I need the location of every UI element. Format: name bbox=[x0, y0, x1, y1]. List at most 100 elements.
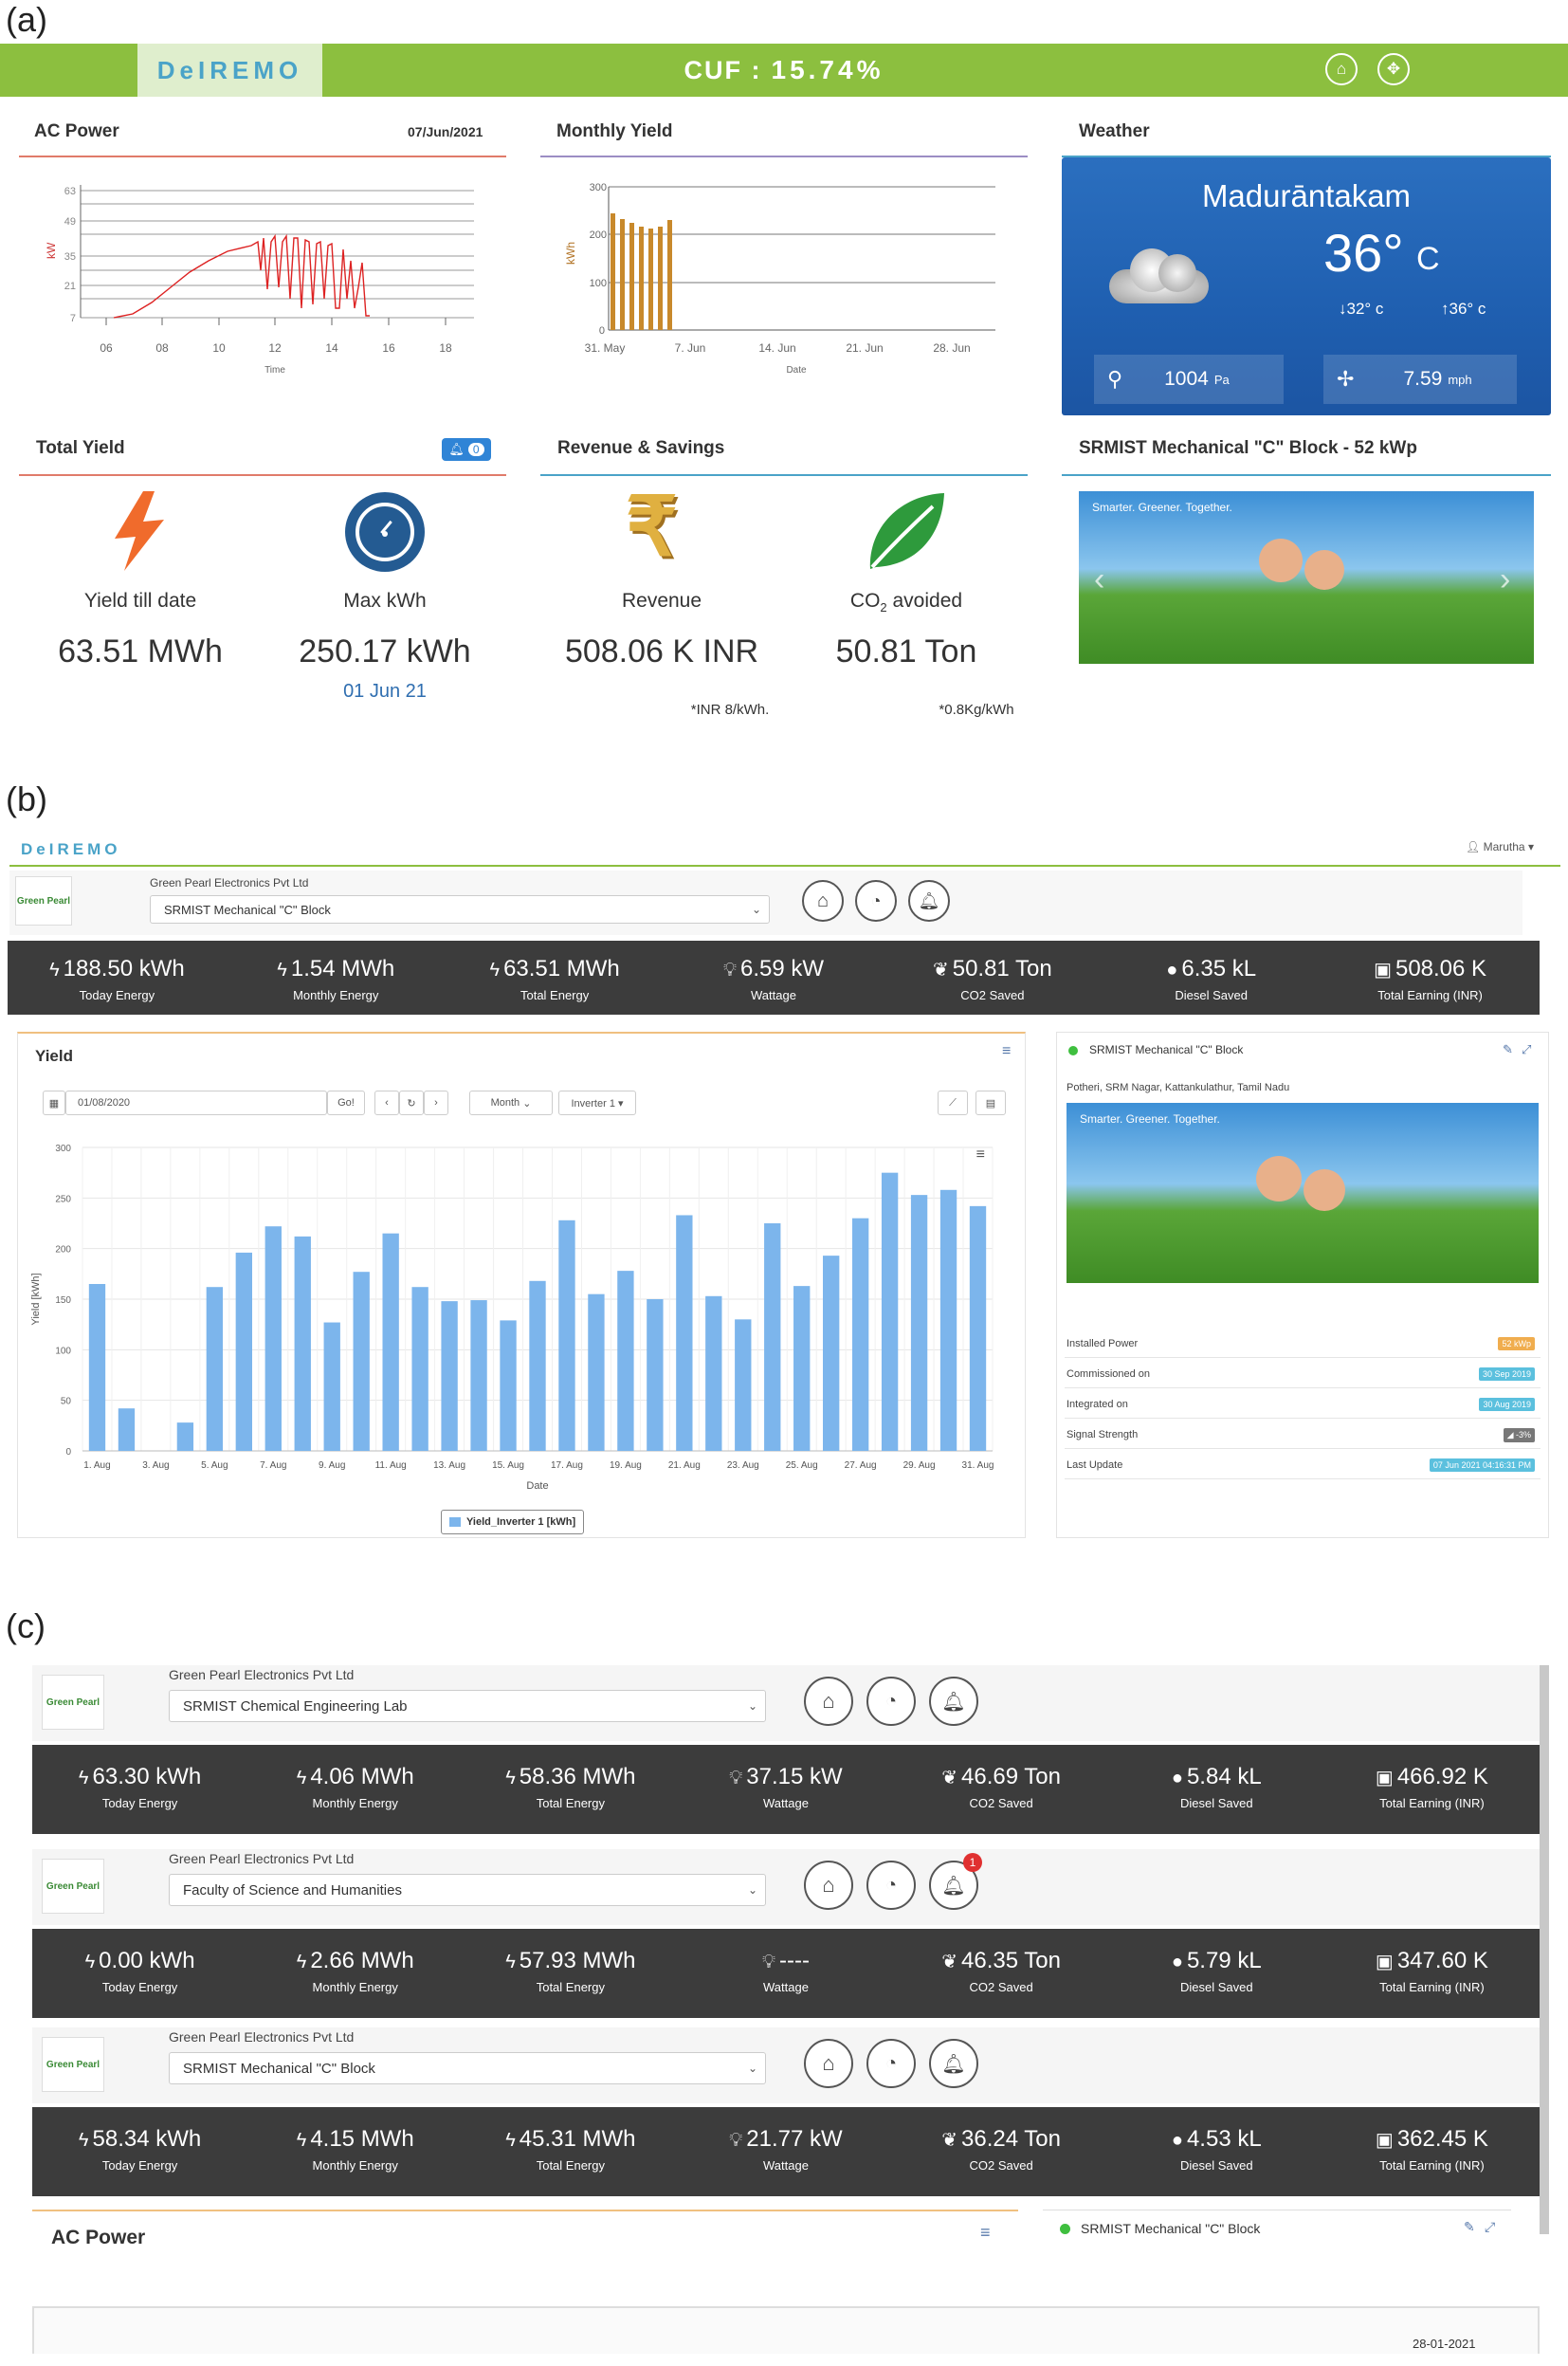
my-ytick: 0 bbox=[599, 325, 605, 337]
carousel-prev-icon[interactable]: ‹ bbox=[1094, 561, 1104, 598]
expand-icon[interactable]: ⤢ bbox=[1485, 2219, 1495, 2235]
stat-label: Today Energy bbox=[101, 1980, 178, 1994]
stat-co2-saved: ❦ 46.69 Ton CO2 Saved bbox=[894, 1764, 1109, 1810]
calendar-icon[interactable]: ▦ bbox=[43, 1091, 65, 1115]
company-name: Green Pearl Electronics Pvt Ltd bbox=[169, 2029, 355, 2045]
ac-xtick: 18 bbox=[439, 341, 452, 355]
stat-today-energy: ϟ 188.50 kWh Today Energy bbox=[8, 956, 227, 1002]
max-kwh-label: Max kWh bbox=[343, 590, 427, 612]
stat-co2-saved: ❦ 36.24 Ton CO2 Saved bbox=[894, 2126, 1109, 2173]
home-button[interactable]: ⌂ bbox=[804, 1861, 853, 1910]
ac-xtick: 08 bbox=[155, 341, 169, 355]
dashboard-button[interactable]: ◔ bbox=[866, 2039, 916, 2088]
cloud-icon bbox=[1109, 243, 1209, 303]
prev-button[interactable]: ‹ bbox=[374, 1091, 399, 1115]
stat-value: 46.69 Ton bbox=[961, 1764, 1062, 1789]
stats-bar: ϟ 0.00 kWh Today Energy ϟ 2.66 MWh Monthly En… bbox=[32, 1929, 1540, 2018]
panel-menu-icon[interactable]: ≡ bbox=[980, 2223, 991, 2243]
lightning-icon bbox=[115, 491, 164, 571]
period-select[interactable]: Month ⌄ bbox=[469, 1091, 553, 1115]
table-view-button[interactable]: ▤ bbox=[975, 1091, 1006, 1115]
stats-bar: ϟ 58.34 kWh Today Energy ϟ 4.15 MWh Monthly E… bbox=[32, 2107, 1540, 2196]
stat-label: CO2 Saved bbox=[960, 988, 1025, 1002]
bulb-icon: 💡︎ bbox=[729, 1768, 743, 1788]
home-button[interactable]: ⌂ bbox=[804, 1677, 853, 1726]
site-name-c: SRMIST Mechanical "C" Block bbox=[1081, 2221, 1261, 2236]
alerts-button[interactable]: 🔔︎ bbox=[929, 2039, 978, 2088]
scrollbar[interactable] bbox=[1540, 1665, 1549, 2234]
home-button[interactable]: ⌂ bbox=[804, 2039, 853, 2088]
inverter-select[interactable]: Inverter 1 ▾ bbox=[558, 1091, 636, 1115]
carousel-next-icon[interactable]: › bbox=[1500, 561, 1510, 598]
site-header: Green Pearl Green Pearl Electronics Pvt L… bbox=[32, 1665, 1540, 1741]
my-xtick: 14. Jun bbox=[758, 341, 795, 355]
bulb-icon: 💡︎ bbox=[729, 2130, 743, 2151]
info-badge: 52 kWp bbox=[1498, 1337, 1535, 1350]
yield-bar bbox=[176, 1422, 194, 1451]
alerts-button[interactable]: 🔔︎ bbox=[929, 1677, 978, 1726]
home-button[interactable]: ⌂ bbox=[802, 880, 844, 922]
ac-xtick: 16 bbox=[382, 341, 395, 355]
fullscreen-button[interactable]: ✥ bbox=[1377, 53, 1410, 85]
site-underline bbox=[1062, 474, 1551, 476]
home-icon: ⌂ bbox=[822, 1873, 835, 1897]
chart-legend[interactable]: Yield_Inverter 1 [kWh] bbox=[441, 1510, 585, 1534]
alerts-button[interactable]: 🔔︎ bbox=[908, 880, 950, 922]
stat-label: Today Energy bbox=[79, 988, 155, 1002]
go-button[interactable]: Go! bbox=[327, 1091, 365, 1115]
drop-icon: ● bbox=[1171, 1768, 1183, 1788]
stat-today-energy: ϟ 63.30 kWh Today Energy bbox=[32, 1764, 247, 1810]
chart-type-button[interactable]: ⟋ bbox=[938, 1091, 968, 1115]
panel-menu-icon[interactable]: ≡ bbox=[1002, 1043, 1011, 1060]
pin-icon[interactable]: ✎ bbox=[1503, 1042, 1513, 1057]
yield-bar bbox=[206, 1287, 224, 1451]
badge-count: 0 bbox=[467, 443, 484, 456]
yield-bar bbox=[764, 1223, 781, 1451]
taskbar-strip: 28-01-2021 bbox=[32, 2306, 1540, 2354]
legend-label: Yield_Inverter 1 [kWh] bbox=[466, 1516, 576, 1528]
brand-logo-b[interactable]: DeIREMO bbox=[21, 840, 120, 859]
user-menu[interactable]: 👤︎ Marutha ▾ bbox=[1466, 840, 1534, 853]
chart-menu-icon[interactable]: ≡ bbox=[976, 1146, 985, 1163]
cuf-label: CUF : bbox=[684, 55, 762, 84]
date-input[interactable]: 01/08/2020 bbox=[65, 1091, 327, 1115]
banner-tagline: Smarter. Greener. Together. bbox=[1092, 501, 1232, 514]
stats-bar: ϟ 63.30 kWh Today Energy ϟ 4.06 MWh Monthly E… bbox=[32, 1745, 1540, 1834]
x-tick-label: 27. Aug bbox=[845, 1460, 877, 1471]
weather-card: Madurāntakam 36° C ↓32° c ↑36° c ⚲ 1004 … bbox=[1062, 157, 1551, 415]
notification-badge[interactable]: 🔔︎ 0 bbox=[442, 438, 491, 461]
chevron-right-icon: › bbox=[434, 1097, 438, 1109]
stat-label: Monthly Energy bbox=[312, 1796, 398, 1810]
home-button[interactable]: ⌂ bbox=[1325, 53, 1358, 85]
dashboard-button[interactable]: ◔ bbox=[855, 880, 897, 922]
stat-value: 347.60 K bbox=[1396, 1948, 1488, 1973]
x-tick-label: 1. Aug bbox=[83, 1460, 110, 1471]
dashboard-button[interactable]: ◔ bbox=[866, 1861, 916, 1910]
my-ylabel: kWh bbox=[564, 242, 577, 265]
money-icon: ▣ bbox=[1374, 960, 1392, 981]
x-tick-label: 9. Aug bbox=[319, 1460, 345, 1471]
chevron-down-icon: ⌄ bbox=[747, 2062, 757, 2075]
speedometer-icon: ◔ bbox=[884, 2052, 898, 2074]
chevron-left-icon: ‹ bbox=[385, 1097, 389, 1109]
brand-logo[interactable]: DeIREMO bbox=[137, 44, 322, 97]
stat-value: 50.81 Ton bbox=[952, 956, 1052, 981]
yield-bar bbox=[735, 1319, 752, 1451]
company-name: Green Pearl Electronics Pvt Ltd bbox=[150, 876, 309, 890]
site-select[interactable]: SRMIST Mechanical "C" Block ⌄ bbox=[150, 895, 770, 924]
refresh-button[interactable]: ↻ bbox=[399, 1091, 424, 1115]
site-select[interactable]: SRMIST Mechanical "C" Block ⌄ bbox=[169, 2052, 766, 2084]
bolt-icon: ϟ bbox=[505, 1952, 516, 1972]
max-kwh-value: 250.17 kWh bbox=[299, 633, 471, 669]
x-tick-label: 21. Aug bbox=[668, 1460, 701, 1471]
site-select[interactable]: SRMIST Chemical Engineering Lab ⌄ bbox=[169, 1690, 766, 1722]
yield-panel-title: Yield bbox=[35, 1047, 73, 1065]
bolt-icon: ϟ bbox=[49, 960, 60, 981]
dashboard-button[interactable]: ◔ bbox=[866, 1677, 916, 1726]
next-button[interactable]: › bbox=[424, 1091, 448, 1115]
site-select[interactable]: Faculty of Science and Humanities ⌄ bbox=[169, 1874, 766, 1906]
my-xtick: 28. Jun bbox=[933, 341, 970, 355]
pin-icon[interactable]: ✎ bbox=[1464, 2219, 1475, 2235]
expand-icon[interactable]: ⤢ bbox=[1522, 1042, 1531, 1057]
home-icon: ⌂ bbox=[822, 2051, 835, 2075]
